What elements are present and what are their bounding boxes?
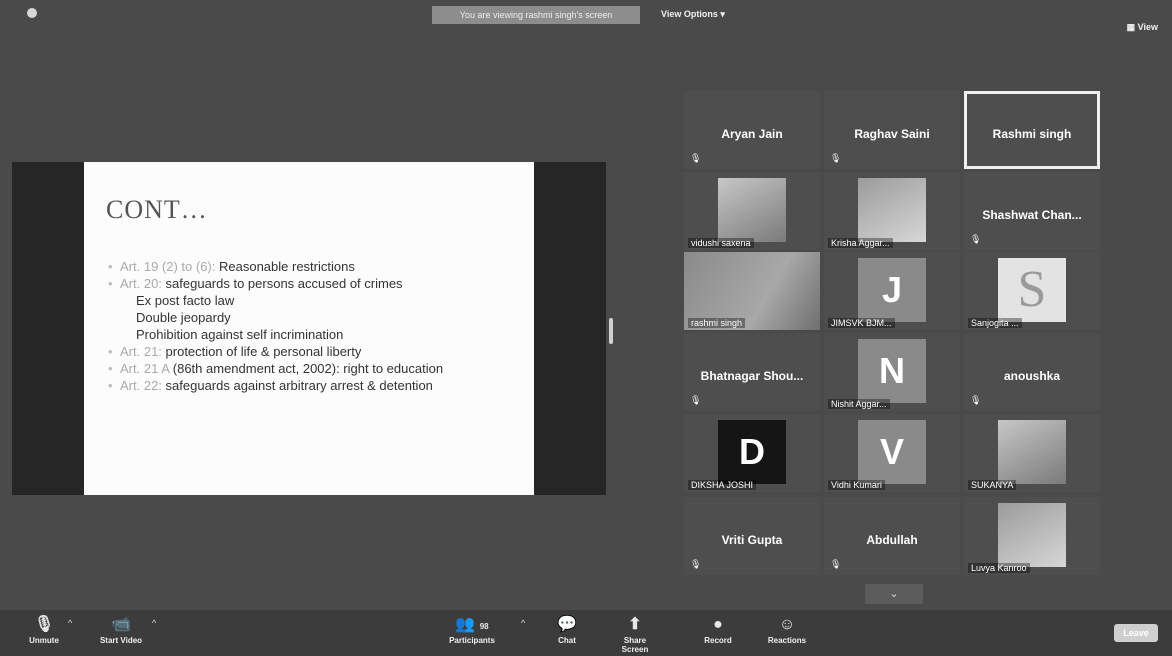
participant-tile[interactable]: N Nishit Aggar... bbox=[824, 333, 960, 411]
muted-mic-icon: 🎙 bbox=[690, 153, 702, 163]
gallery-scroll-down-button[interactable]: ⌄ bbox=[865, 584, 923, 604]
participant-tile[interactable]: Raghav Saini 🎙 bbox=[824, 91, 960, 169]
initial-avatar: J bbox=[858, 258, 926, 322]
participant-tile[interactable]: vidushi saxena bbox=[684, 172, 820, 250]
participant-photo bbox=[718, 178, 786, 242]
participant-tile[interactable]: SUKANYA bbox=[964, 414, 1100, 492]
initial-avatar: S bbox=[998, 258, 1066, 322]
slide-line: • Art. 21: protection of life & personal … bbox=[108, 344, 362, 359]
muted-mic-icon: 🎙 bbox=[970, 395, 982, 405]
share-screen-icon: ⬆ bbox=[628, 616, 642, 633]
slide-line: • Art. 22: safeguards against arbitrary a… bbox=[108, 378, 433, 393]
participant-tile[interactable]: D DIKSHA JOSHI bbox=[684, 414, 820, 492]
participants-count: 98 bbox=[479, 622, 489, 631]
participants-icon: 👥 98 bbox=[455, 616, 489, 633]
participant-tile[interactable]: S Sanjogita ... bbox=[964, 252, 1100, 330]
slide-line: • Art. 21 A (86th amendment act, 2002): r… bbox=[108, 361, 444, 376]
slide-title: CONT… bbox=[106, 195, 208, 224]
participant-tile[interactable]: Luvya Kanroo bbox=[964, 497, 1100, 575]
record-icon: ● bbox=[713, 616, 723, 633]
participant-tile[interactable]: Shashwat Chan... 🎙 bbox=[964, 172, 1100, 250]
muted-mic-icon: 🎙 bbox=[690, 395, 702, 405]
participant-tile[interactable]: Aryan Jain 🎙 bbox=[684, 91, 820, 169]
slide-line: • Art. 19 (2) to (6): Reasonable restrict… bbox=[108, 259, 355, 274]
splitter-handle[interactable] bbox=[609, 318, 613, 344]
video-options-caret[interactable]: ^ bbox=[152, 618, 156, 628]
participant-photo bbox=[998, 420, 1066, 484]
view-button[interactable]: ▦ View bbox=[1127, 22, 1158, 33]
start-video-button[interactable]: 📹 Start Video bbox=[92, 614, 150, 645]
participant-tile[interactable]: Vriti Gupta 🎙 bbox=[684, 497, 820, 575]
top-bar: You are viewing rashmi singh's screen Vi… bbox=[0, 0, 1172, 32]
unmute-button[interactable]: 🎙 Unmute bbox=[24, 614, 64, 645]
reactions-icon: ☺ bbox=[778, 616, 796, 633]
chat-button[interactable]: 💬 Chat bbox=[552, 614, 582, 645]
chat-icon: 💬 bbox=[557, 616, 577, 633]
audio-options-caret[interactable]: ^ bbox=[68, 618, 72, 628]
initial-avatar: D bbox=[718, 420, 786, 484]
muted-mic-icon: 🎙 bbox=[690, 559, 702, 569]
camera-off-icon: 📹 bbox=[111, 616, 131, 633]
participant-tile[interactable]: Abdullah 🎙 bbox=[824, 497, 960, 575]
shared-screen: CONT… • Art. 19 (2) to (6): Reasonable re… bbox=[12, 162, 606, 495]
slide-line: Prohibition against self incrimination bbox=[136, 327, 344, 342]
leave-button[interactable]: Leave bbox=[1114, 624, 1158, 642]
viewing-banner: You are viewing rashmi singh's screen bbox=[432, 6, 640, 24]
participant-photo bbox=[998, 503, 1066, 567]
record-button[interactable]: ● Record bbox=[698, 614, 738, 645]
participant-tile[interactable]: anoushka 🎙 bbox=[964, 333, 1100, 411]
muted-mic-icon: 🎙 bbox=[830, 153, 842, 163]
initial-avatar: N bbox=[858, 339, 926, 403]
participant-tile[interactable]: rashmi singh bbox=[684, 252, 820, 330]
slide-line: • Art. 20: safeguards to persons accused … bbox=[108, 276, 403, 291]
slide-bullets: • Art. 19 (2) to (6): Reasonable restrict… bbox=[106, 258, 516, 394]
participant-photo bbox=[858, 178, 926, 242]
participants-button[interactable]: 👥 98 Participants bbox=[436, 614, 508, 645]
meeting-toolbar: 🎙 Unmute ^ 📹 Start Video ^ 👥 98 Particip… bbox=[0, 610, 1172, 656]
presentation-slide: CONT… • Art. 19 (2) to (6): Reasonable re… bbox=[84, 162, 534, 495]
view-options-button[interactable]: View Options ▾ bbox=[661, 9, 725, 20]
muted-mic-icon: 🎙 bbox=[33, 616, 55, 633]
participant-tile[interactable]: J JIMSVK BJM... bbox=[824, 252, 960, 330]
muted-mic-icon: 🎙 bbox=[970, 234, 982, 244]
chevron-down-icon: ⌄ bbox=[889, 588, 899, 600]
participants-options-caret[interactable]: ^ bbox=[521, 618, 525, 628]
reactions-button[interactable]: ☺ Reactions bbox=[762, 614, 812, 645]
share-screen-button[interactable]: ⬆ Share Screen bbox=[610, 614, 660, 654]
participant-tile[interactable]: Krisha Aggar... bbox=[824, 172, 960, 250]
participant-tile[interactable]: V Vidhi Kumari bbox=[824, 414, 960, 492]
participant-tile-active-speaker[interactable]: Rashmi singh bbox=[964, 91, 1100, 169]
slide-line: Double jeopardy bbox=[136, 310, 231, 325]
participant-tile[interactable]: Bhatnagar Shou... 🎙 bbox=[684, 333, 820, 411]
slide-line: Ex post facto law bbox=[136, 293, 235, 308]
security-shield-icon[interactable] bbox=[27, 8, 37, 18]
initial-avatar: V bbox=[858, 420, 926, 484]
muted-mic-icon: 🎙 bbox=[830, 559, 842, 569]
